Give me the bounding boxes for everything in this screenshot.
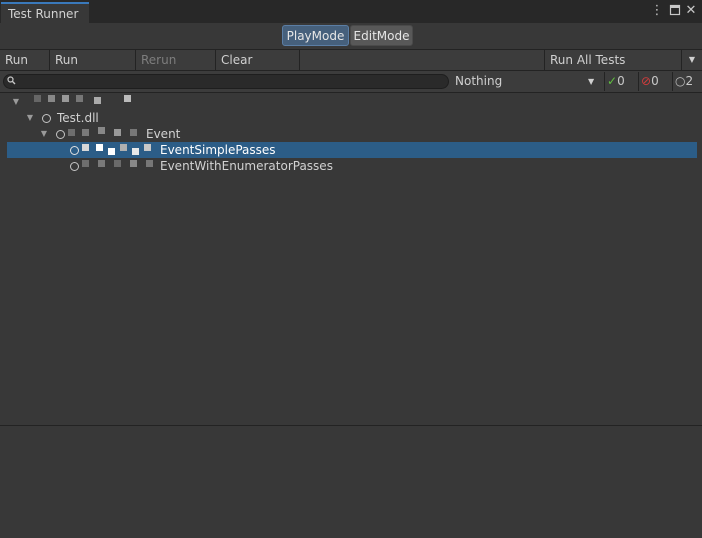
redacted-test-prefix (82, 140, 158, 160)
run-all-button[interactable]: Run All (0, 50, 50, 87)
tab-title: Test Runner (8, 7, 79, 21)
kebab-menu-icon[interactable]: ⋮ (650, 4, 664, 18)
close-icon[interactable]: ✕ (684, 4, 698, 18)
rerun-failed-button[interactable]: Rerun Failed (136, 50, 216, 87)
not-run-status-icon (42, 114, 51, 123)
category-filter-dropdown[interactable]: Nothing (452, 72, 600, 91)
test-label[interactable]: EventWithEnumeratorPasses (160, 158, 333, 174)
test-label[interactable]: EventSimplePasses (160, 142, 276, 158)
failed-filter-toggle[interactable]: ⊘0 (638, 72, 670, 91)
not-run-icon: ○ (675, 74, 686, 88)
test-details-pane (0, 426, 702, 538)
chevron-down-icon: ▼ (588, 77, 595, 86)
expand-arrow-icon[interactable]: ▼ (11, 97, 21, 107)
not-run-status-icon (56, 130, 65, 139)
expand-arrow-icon[interactable]: ▼ (39, 129, 49, 139)
editmode-button[interactable]: EditMode (350, 25, 413, 46)
skipped-count: 2 (685, 74, 694, 88)
clear-results-button[interactable]: Clear Results (216, 50, 300, 87)
passed-filter-toggle[interactable]: ✓0 (604, 72, 634, 91)
redacted-test-prefix (82, 158, 158, 168)
assembly-label[interactable]: Test.dll (57, 110, 99, 126)
maximize-icon[interactable] (668, 4, 682, 18)
expand-arrow-icon[interactable]: ▼ (25, 113, 35, 123)
not-run-status-icon (70, 146, 79, 155)
window-titlebar (0, 0, 702, 23)
failed-count: 0 (651, 74, 659, 88)
redacted-namespace (68, 127, 144, 137)
chevron-down-icon[interactable]: ▼ (682, 50, 702, 70)
failed-icon: ⊘ (641, 74, 652, 88)
search-input[interactable] (3, 74, 449, 89)
passed-count: 0 (617, 74, 625, 88)
run-selected-button[interactable]: Run Selected (50, 50, 136, 87)
search-icon (7, 76, 17, 86)
run-platform-button[interactable]: Run All Tests (Android) (544, 50, 682, 87)
check-icon: ✓ (607, 74, 618, 88)
tab-test-runner[interactable]: Test Runner (1, 2, 89, 23)
redacted-root-name (34, 95, 132, 104)
not-run-status-icon (70, 162, 79, 171)
playmode-button[interactable]: PlayMode (282, 25, 349, 46)
skipped-filter-toggle[interactable]: ○2 (672, 72, 702, 91)
